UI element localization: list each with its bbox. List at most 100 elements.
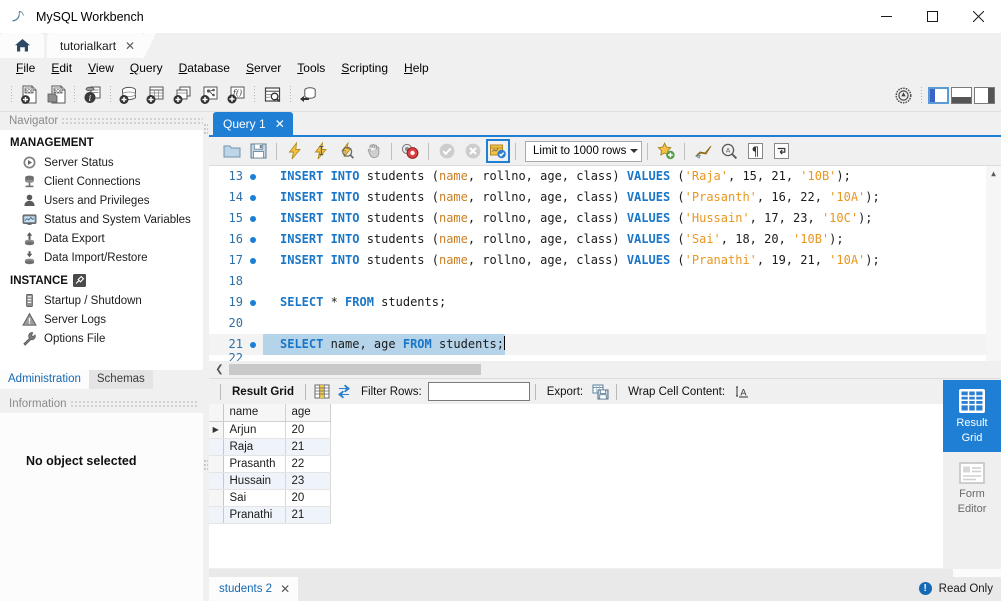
view-result-grid-button[interactable]: Result Grid — [934, 380, 1001, 452]
save-snippet-icon[interactable] — [653, 139, 679, 163]
code-line[interactable]: 19 SELECT * FROM students; — [209, 292, 1001, 313]
column-header-age[interactable]: age — [285, 404, 331, 422]
row-marker[interactable]: ▶ — [209, 421, 224, 439]
menu-server[interactable]: Server — [238, 58, 289, 79]
reconnect-server-icon[interactable] — [295, 82, 322, 109]
tab-schemas[interactable]: Schemas — [88, 370, 153, 389]
code-line[interactable]: 21 SELECT name, age FROM students; — [209, 334, 1001, 355]
open-script-icon[interactable] — [219, 139, 245, 163]
query-tab-query1[interactable]: Query 1 ✕ — [213, 112, 293, 135]
cell-name[interactable]: Sai — [223, 489, 286, 507]
sidebar-item-users-and-privileges[interactable]: Users and Privileges — [0, 191, 203, 210]
new-function-icon[interactable]: f() — [223, 82, 250, 109]
save-script-icon[interactable] — [245, 139, 271, 163]
table-row[interactable]: Raja 21 — [209, 438, 331, 456]
wrap-cell-icon[interactable]: A — [731, 382, 753, 402]
menu-help[interactable]: Help — [396, 58, 437, 79]
stop-query-icon[interactable] — [360, 139, 386, 163]
editor-horizontal-scrollbar[interactable]: ❮ — [209, 361, 1001, 378]
connection-tab-tutorialkart[interactable]: tutorialkart ✕ — [47, 33, 157, 58]
menu-query[interactable]: Query — [122, 58, 171, 79]
cell-name[interactable]: Prasanth — [223, 455, 286, 473]
table-row[interactable]: Prasanth 22 — [209, 455, 331, 473]
cell-name[interactable]: Raja — [223, 438, 286, 456]
code-line[interactable]: 13 INSERT INTO students (name, rollno, ag… — [209, 166, 1001, 187]
close-icon[interactable]: ✕ — [275, 118, 285, 130]
sidebar-item-server-status[interactable]: Server Status — [0, 153, 203, 172]
code-line[interactable]: 20 — [209, 313, 1001, 334]
toggle-secondary-sidebar-icon[interactable] — [974, 87, 995, 104]
menu-scripting[interactable]: Scripting — [333, 58, 396, 79]
cell-age[interactable]: 23 — [285, 472, 331, 490]
code-line[interactable]: 22 — [209, 351, 1001, 362]
sidebar-item-options-file[interactable]: Options File — [0, 329, 203, 348]
code-line[interactable]: 18 — [209, 271, 1001, 292]
scroll-left-icon[interactable]: ❮ — [213, 364, 226, 375]
code-line[interactable]: 15 INSERT INTO students (name, rollno, ag… — [209, 208, 1001, 229]
execute-current-statement-icon[interactable] — [308, 139, 334, 163]
sidebar-item-data-import-restore[interactable]: Data Import/Restore — [0, 248, 203, 267]
code-line[interactable]: 17 INSERT INTO students (name, rollno, ag… — [209, 250, 1001, 271]
table-row[interactable]: Hussain 23 — [209, 472, 331, 490]
row-marker[interactable] — [209, 472, 224, 490]
menu-tools[interactable]: Tools — [289, 58, 333, 79]
toggle-stop-on-error-icon[interactable] — [397, 139, 423, 163]
close-icon[interactable]: ✕ — [125, 40, 135, 52]
result-grid[interactable]: name age ▶ Arjun 20 Raja 21 Prasanth 22 Hussain… — [209, 404, 1001, 568]
close-icon[interactable]: ✕ — [280, 583, 290, 595]
editor-vertical-scrollbar[interactable]: ▲ — [986, 166, 1001, 361]
help-icon[interactable] — [890, 82, 917, 109]
maximize-button[interactable] — [909, 0, 955, 33]
view-form-editor-button[interactable]: Form Editor — [943, 452, 1001, 524]
rollback-icon[interactable] — [460, 139, 486, 163]
commit-icon[interactable] — [434, 139, 460, 163]
new-procedure-icon[interactable] — [196, 82, 223, 109]
cell-name[interactable]: Pranathi — [223, 506, 286, 524]
new-view-icon[interactable] — [169, 82, 196, 109]
scrollbar-thumb[interactable] — [229, 364, 481, 375]
home-tab[interactable] — [0, 33, 44, 58]
sidebar-item-startup-shutdown[interactable]: Startup / Shutdown — [0, 291, 203, 310]
execute-statement-icon[interactable] — [282, 139, 308, 163]
cell-age[interactable]: 20 — [285, 489, 331, 507]
search-data-icon[interactable] — [259, 82, 286, 109]
code-line[interactable]: 14 INSERT INTO students (name, rollno, ag… — [209, 187, 1001, 208]
column-header-name[interactable]: name — [223, 404, 286, 422]
close-button[interactable] — [955, 0, 1001, 33]
toggle-output-icon[interactable] — [951, 87, 972, 104]
toggle-sidebar-icon[interactable] — [928, 87, 949, 104]
tab-administration[interactable]: Administration — [0, 370, 89, 389]
result-set-tab-students2[interactable]: students 2 ✕ — [209, 577, 299, 601]
new-table-icon[interactable] — [142, 82, 169, 109]
navigator-header-grip[interactable] — [62, 117, 203, 125]
code-line[interactable]: 16 INSERT INTO students (name, rollno, ag… — [209, 229, 1001, 250]
menu-edit[interactable]: Edit — [43, 58, 80, 79]
cell-name[interactable]: Arjun — [223, 421, 286, 439]
cell-age[interactable]: 20 — [285, 421, 331, 439]
table-row[interactable]: Sai 20 — [209, 489, 331, 507]
chevron-down-icon[interactable] — [630, 149, 638, 153]
explain-query-icon[interactable] — [334, 139, 360, 163]
autocommit-icon[interactable] — [486, 139, 510, 163]
cell-age[interactable]: 21 — [285, 506, 331, 524]
row-marker[interactable] — [209, 438, 224, 456]
sidebar-item-server-logs[interactable]: Server Logs — [0, 310, 203, 329]
row-marker[interactable] — [209, 506, 224, 524]
cell-age[interactable]: 22 — [285, 455, 331, 473]
menu-database[interactable]: Database — [171, 58, 238, 79]
sql-code-editor[interactable]: 13 INSERT INTO students (name, rollno, ag… — [209, 165, 1001, 361]
grid-view-icon[interactable] — [311, 382, 333, 402]
row-marker[interactable] — [209, 489, 224, 507]
row-marker[interactable] — [209, 455, 224, 473]
new-sql-tab-icon[interactable]: SQL — [16, 82, 43, 109]
menu-file[interactable]: File — [8, 58, 43, 79]
cell-age[interactable]: 21 — [285, 438, 331, 456]
information-header-grip[interactable] — [70, 400, 197, 408]
minimize-button[interactable] — [863, 0, 909, 33]
menu-view[interactable]: View — [80, 58, 122, 79]
sidebar-item-data-export[interactable]: Data Export — [0, 229, 203, 248]
refresh-icon[interactable] — [333, 382, 355, 402]
row-limit-select[interactable]: Limit to 1000 rows — [525, 140, 642, 162]
open-sql-script-icon[interactable]: SQL — [43, 82, 70, 109]
filter-rows-input[interactable] — [427, 382, 530, 401]
